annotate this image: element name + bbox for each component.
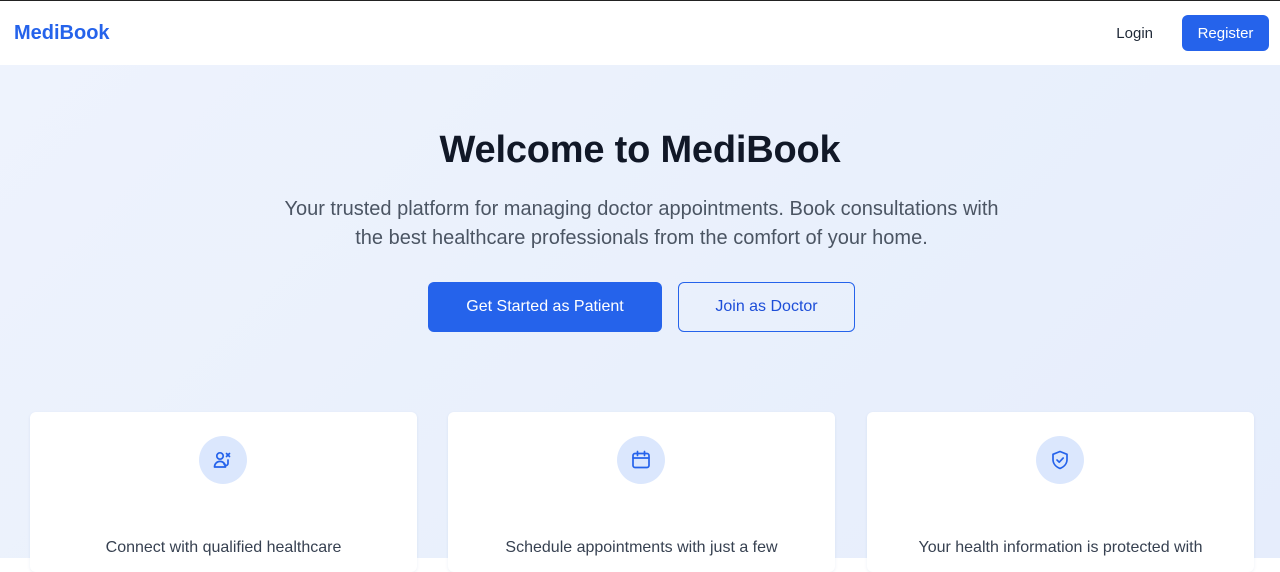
register-button[interactable]: Register bbox=[1182, 15, 1269, 51]
navbar: MediBook Login Register bbox=[0, 1, 1280, 65]
hero-subtitle: Your trusted platform for managing docto… bbox=[284, 198, 999, 249]
nav-actions: Login Register bbox=[1116, 15, 1269, 51]
get-started-patient-button[interactable]: Get Started as Patient bbox=[428, 282, 662, 332]
shield-check-icon bbox=[1036, 436, 1084, 484]
feature-card-scheduling: Schedule appointments with just a few bbox=[448, 412, 835, 572]
hero-section: Welcome to MediBook Your trusted platfor… bbox=[0, 65, 1280, 572]
join-doctor-button[interactable]: Join as Doctor bbox=[678, 282, 855, 332]
calendar-icon bbox=[617, 436, 665, 484]
feature-card-text: Connect with qualified healthcare bbox=[105, 539, 342, 556]
feature-card-doctors: Connect with qualified healthcare bbox=[30, 412, 417, 572]
login-link[interactable]: Login bbox=[1116, 25, 1153, 42]
brand-logo[interactable]: MediBook bbox=[14, 22, 110, 45]
feature-card-text: Your health information is protected wit… bbox=[918, 539, 1203, 556]
feature-card-security: Your health information is protected wit… bbox=[867, 412, 1254, 572]
feature-card-text: Schedule appointments with just a few bbox=[505, 539, 778, 556]
doctor-stethoscope-icon bbox=[199, 436, 247, 484]
hero-title: Welcome to MediBook bbox=[439, 129, 841, 171]
